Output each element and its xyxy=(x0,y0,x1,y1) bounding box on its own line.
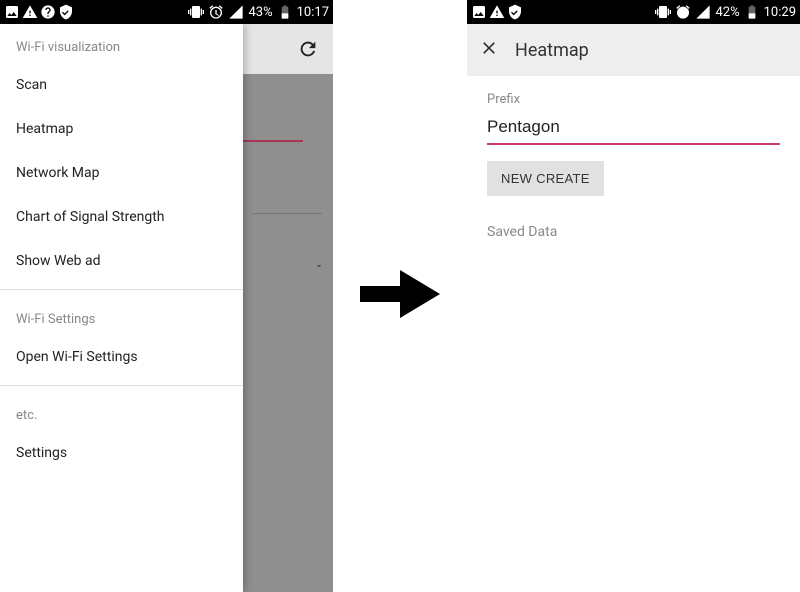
drawer-section-header: etc. xyxy=(0,392,243,431)
image-icon xyxy=(4,4,20,20)
field-underline xyxy=(252,213,322,214)
alarm-icon xyxy=(208,4,224,20)
field-label-prefix: Prefix xyxy=(487,92,780,107)
status-bar-right: 42% 10:29 xyxy=(467,0,800,24)
image-icon xyxy=(471,4,487,20)
nav-drawer: Wi-Fi visualization Scan Heatmap Network… xyxy=(0,24,243,592)
vibrate-icon xyxy=(188,4,204,20)
battery-icon xyxy=(277,4,293,20)
close-icon[interactable] xyxy=(479,38,499,62)
phone-right: 42% 10:29 Heatmap Prefix NEW CREATE Save… xyxy=(467,0,800,592)
vibrate-icon xyxy=(655,4,671,20)
chevron-down-icon[interactable] xyxy=(313,260,325,276)
drawer-item-settings[interactable]: Settings xyxy=(0,431,243,475)
drawer-section-header: Wi-Fi Settings xyxy=(0,296,243,335)
form-body: Prefix NEW CREATE Saved Data xyxy=(467,76,800,592)
drawer-item-network-map[interactable]: Network Map xyxy=(0,151,243,195)
status-bar-left: 43% 10:17 xyxy=(0,0,333,24)
drawer-item-open-wifi[interactable]: Open Wi-Fi Settings xyxy=(0,335,243,379)
toolbar: Heatmap xyxy=(467,24,800,76)
heatmap-screen: Heatmap Prefix NEW CREATE Saved Data xyxy=(467,24,800,592)
shield-icon xyxy=(58,4,74,20)
drawer-item-heatmap[interactable]: Heatmap xyxy=(0,107,243,151)
saved-data-label: Saved Data xyxy=(487,224,780,240)
phone-left: 43% 10:17 Wi-Fi visualization Scan Heatm… xyxy=(0,0,333,592)
transition-arrow xyxy=(333,0,467,592)
new-create-button[interactable]: NEW CREATE xyxy=(487,161,604,196)
battery-icon xyxy=(744,4,760,20)
tab-indicator xyxy=(243,140,303,142)
divider xyxy=(0,385,243,386)
refresh-icon[interactable] xyxy=(297,38,319,60)
help-icon xyxy=(40,4,56,20)
drawer-item-chart-signal[interactable]: Chart of Signal Strength xyxy=(0,195,243,239)
drawer-section-header: Wi-Fi visualization xyxy=(0,24,243,63)
page-title: Heatmap xyxy=(515,40,589,61)
alarm-icon xyxy=(675,4,691,20)
drawer-item-web-ad[interactable]: Show Web ad xyxy=(0,239,243,283)
signal-icon xyxy=(695,4,711,20)
warning-icon xyxy=(22,4,38,20)
signal-icon xyxy=(228,4,244,20)
divider xyxy=(0,289,243,290)
arrow-right-icon xyxy=(360,264,440,328)
clock-time: 10:29 xyxy=(764,5,796,20)
battery-percent: 42% xyxy=(715,5,739,20)
drawer-item-scan[interactable]: Scan xyxy=(0,63,243,107)
battery-percent: 43% xyxy=(248,5,272,20)
warning-icon xyxy=(489,4,505,20)
clock-time: 10:17 xyxy=(297,5,329,20)
prefix-input[interactable] xyxy=(487,113,780,145)
shield-icon xyxy=(507,4,523,20)
